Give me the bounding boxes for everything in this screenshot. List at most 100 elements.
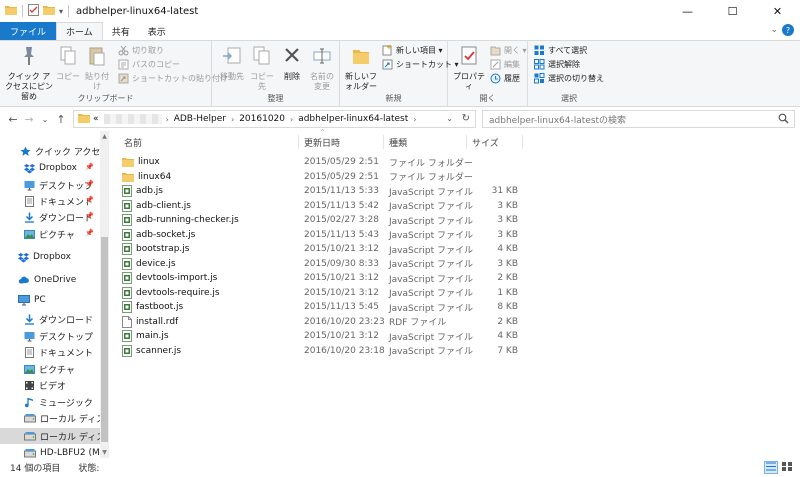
pin-icon[interactable]: 📌 [85,212,94,220]
column-header-date[interactable]: 更新日時 [304,133,340,151]
file-row[interactable]: bootstrap.js 2015/10/21 3:12 JavaScript ファ… [122,242,522,256]
file-row[interactable]: scanner.js 2016/10/20 23:18 JavaScript ファイ… [122,344,522,358]
sidebar-item[interactable]: Dropbox [0,249,100,265]
edit-button[interactable]: 編集 [490,59,520,70]
chevron-right-icon[interactable]: › [164,115,171,124]
large-icons-view-button[interactable] [780,461,794,474]
new-item-button[interactable]: 新しい項目 ▾ [382,45,443,56]
pin-icon[interactable]: 📌 [85,229,94,237]
column-header-type[interactable]: 種類 [389,133,407,151]
pin-icon[interactable]: 📌 [85,196,94,204]
ribbon-collapse-icon[interactable]: ⌄ [770,25,778,35]
sidebar-item[interactable]: PC [0,292,100,308]
properties-button[interactable]: プロパティ [452,45,486,92]
details-view-button[interactable] [764,461,778,474]
details-view-icon [766,462,776,474]
file-row[interactable]: linux64 2015/05/29 2:51 ファイル フォルダー [122,170,522,184]
file-row[interactable]: device.js 2015/09/30 8:33 JavaScript ファイル 3… [122,257,522,271]
rename-button[interactable]: 名前の変更 [308,45,336,92]
history-button[interactable]: 履歴 [490,73,520,84]
sidebar-item[interactable]: Dropbox 📌 [0,160,100,176]
new-folder-icon[interactable] [43,5,55,18]
file-row[interactable]: adb-socket.js 2015/11/13 5:43 JavaScript フ… [122,228,522,242]
sidebar-scroll-thumb[interactable] [101,237,108,442]
sidebar-item[interactable]: クイック アクセス [0,143,100,159]
refresh-icon[interactable]: ↻ [462,113,470,124]
file-row[interactable]: fastboot.js 2015/11/13 5:45 JavaScript ファイ… [122,300,522,314]
breadcrumb-adb-helper[interactable]: ADB-Helper [171,114,229,124]
breadcrumb-overflow[interactable]: « [90,114,102,124]
properties-icon[interactable] [28,3,39,19]
sidebar-item-label: Dropbox [39,163,77,173]
invert-selection-button[interactable]: 選択の切り替え [534,73,604,84]
file-row[interactable]: install.rdf 2016/10/20 23:23 RDF ファイル 2 KB [122,315,522,329]
tab-view[interactable]: 表示 [139,22,175,40]
navigation-pane[interactable]: HD-LBFU2 (M:) ローカル ディスク (D ローカル ディスク (C ミュー… [0,131,109,458]
chevron-right-icon[interactable]: › [229,115,236,124]
file-row[interactable]: adb-client.js 2015/11/13 5:42 JavaScript フ… [122,199,522,213]
cut-button[interactable]: 切り取り [118,45,164,56]
copy-button[interactable]: コピー [56,45,80,82]
sidebar-item[interactable]: ピクチャ 📌 [0,226,100,242]
copy-path-button[interactable]: パスのコピー [118,59,180,70]
recent-locations-icon[interactable]: ⌄ [37,111,53,127]
select-all-button[interactable]: すべて選択 [534,45,587,56]
chevron-right-icon[interactable]: › [411,115,418,124]
file-list[interactable]: ^ 名前 更新日時 種類 サイズ linux 2015/05/29 2:51 ファイ… [110,129,800,458]
sidebar-item[interactable]: デスクトップ [0,328,100,344]
sidebar-item[interactable]: OneDrive [0,272,100,288]
tab-home[interactable]: ホーム [56,22,103,41]
sidebar-item-label: PC [34,295,46,305]
scroll-down-icon[interactable]: ▼ [100,449,108,456]
sidebar-item[interactable]: ミュージック [0,394,100,410]
sidebar-item[interactable]: ローカル ディスク (D [0,428,100,444]
pin-icon[interactable]: 📌 [85,163,94,171]
move-to-button[interactable]: 移動先 [218,45,246,82]
minimize-button[interactable]: — [665,0,710,22]
sidebar-item[interactable]: デスクトップ 📌 [0,177,100,193]
close-button[interactable]: ✕ [755,0,800,22]
js-file-icon [122,330,132,342]
tab-share[interactable]: 共有 [103,22,139,40]
pin-icon[interactable]: 📌 [85,180,94,188]
open-button[interactable]: 開く ▾ [490,45,527,56]
sidebar-item[interactable]: ダウンロード [0,311,100,327]
file-row[interactable]: adb.js 2015/11/13 5:33 JavaScript ファイル 31 K… [122,184,522,198]
sidebar-item[interactable]: HD-LBFU2 (M:) [0,445,100,458]
tab-file[interactable]: ファイル [0,22,57,40]
chevron-right-icon[interactable]: › [288,115,295,124]
pc-icon [18,294,30,306]
sidebar-item[interactable]: ドキュメント 📌 [0,193,100,209]
file-row[interactable]: adb-running-checker.js 2015/02/27 3:28 Jav… [122,213,522,227]
column-header-size[interactable]: サイズ [472,133,499,151]
select-none-button[interactable]: 選択解除 [534,59,580,70]
search-input[interactable]: adbhelper-linux64-latestの検索 [482,110,795,128]
new-folder-button[interactable]: 新しいフォルダー [345,45,377,92]
sidebar-item[interactable]: ドキュメント [0,344,100,360]
forward-arrow-icon[interactable]: → [21,111,37,127]
sidebar-item-label: ピクチャ [39,365,75,376]
breadcrumb-20161020[interactable]: 20161020 [236,114,288,124]
sidebar-scrollbar[interactable]: ▲ ▼ [100,131,108,458]
customize-dropdown-icon[interactable]: ▾ [59,7,63,16]
sidebar-item[interactable]: ピクチャ [0,361,100,377]
paste-button[interactable]: 貼り付け [82,45,112,92]
address-dropdown-icon[interactable]: ⌄ [446,114,453,123]
up-arrow-icon[interactable]: ↑ [53,111,69,127]
sidebar-item[interactable]: ビデオ [0,377,100,393]
maximize-button[interactable]: ☐ [710,0,755,22]
file-row[interactable]: devtools-require.js 2015/10/21 3:12 JavaSc… [122,286,522,300]
file-row[interactable]: main.js 2015/10/21 3:12 JavaScript ファイル 4 K… [122,329,522,343]
copy-to-button[interactable]: コピー先 [248,45,276,92]
file-row[interactable]: linux 2015/05/29 2:51 ファイル フォルダー [122,155,522,169]
sidebar-item[interactable]: ローカル ディスク (C [0,410,100,426]
file-row[interactable]: devtools-import.js 2015/10/21 3:12 JavaScr… [122,271,522,285]
breadcrumb-current-folder[interactable]: adbhelper-linux64-latest [295,114,411,124]
column-header-name[interactable]: 名前 [124,133,142,151]
address-bar[interactable]: « › ADB-Helper › 20161020 › adbhelper-li… [73,110,476,128]
sidebar-item[interactable]: ダウンロード 📌 [0,209,100,225]
delete-button[interactable]: 削除 [282,45,302,82]
scroll-up-icon[interactable]: ▲ [100,133,108,140]
help-icon[interactable]: ? [782,24,794,36]
back-arrow-icon[interactable]: ← [5,111,21,127]
